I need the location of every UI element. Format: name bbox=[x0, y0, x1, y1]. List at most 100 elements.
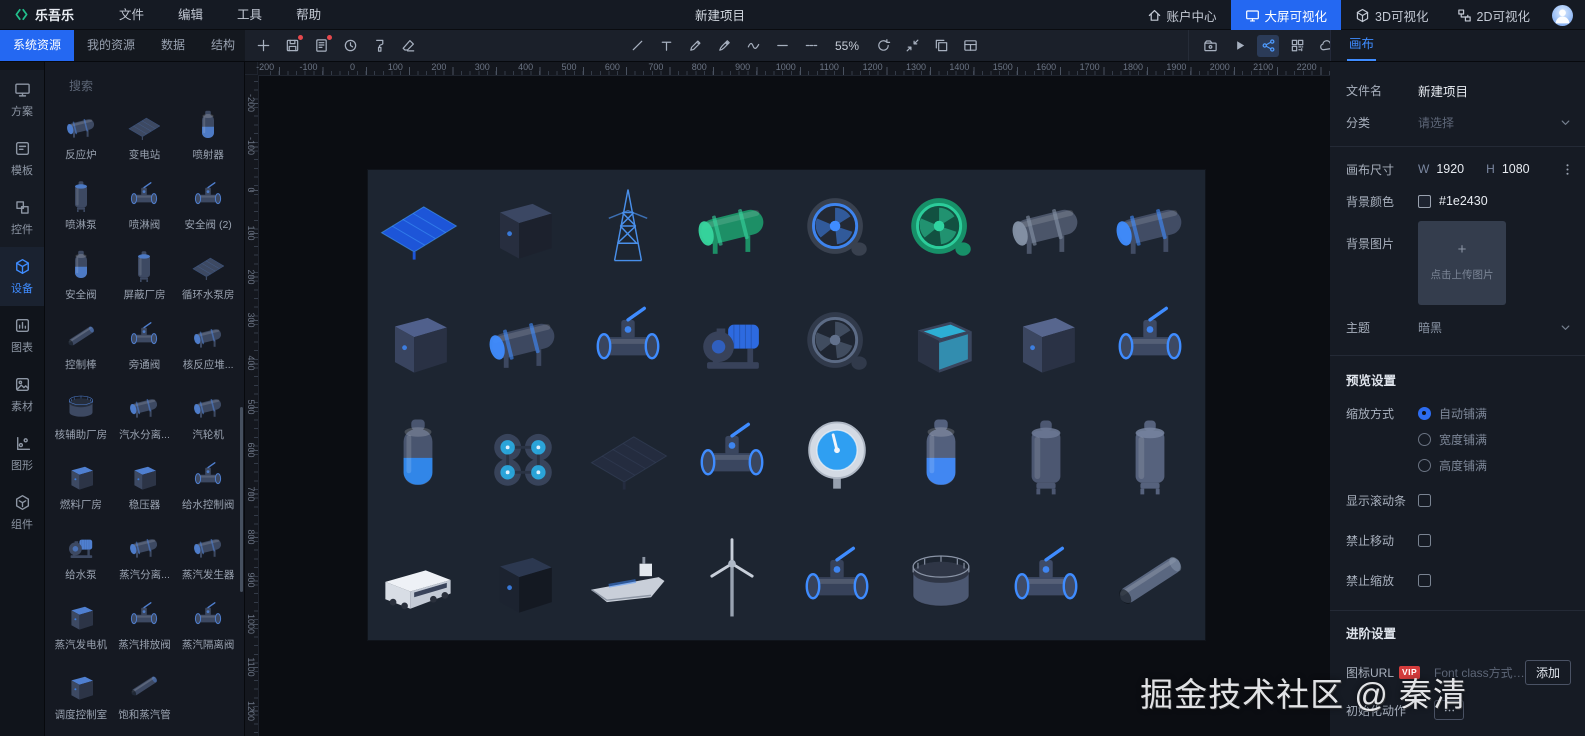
canvas-device-pump-assembly[interactable] bbox=[789, 532, 885, 628]
tab-数据[interactable]: 数据 bbox=[148, 30, 198, 61]
canvas-device-heat-exchanger-2[interactable] bbox=[1102, 178, 1198, 274]
canvas-device-tanker-ship[interactable] bbox=[580, 532, 676, 628]
nav-home[interactable]: 账户中心 bbox=[1133, 0, 1231, 30]
canvas-device-liquid-tank[interactable] bbox=[370, 408, 466, 504]
library-item-蒸汽发生器[interactable]: 蒸汽发生器 bbox=[176, 520, 240, 590]
library-item-蒸汽分离...[interactable]: 蒸汽分离... bbox=[113, 520, 177, 590]
library-item-给水泵[interactable]: 给水泵 bbox=[49, 520, 113, 590]
library-item-饱和蒸汽管[interactable]: 饱和蒸汽管 bbox=[113, 660, 177, 730]
refresh-button[interactable] bbox=[872, 35, 894, 57]
sidebar-item-素材[interactable]: 素材 bbox=[0, 365, 44, 424]
radio-icon[interactable] bbox=[1418, 433, 1431, 446]
bg-color-value[interactable]: #1e2430 bbox=[1439, 194, 1488, 208]
color-swatch[interactable] bbox=[1418, 195, 1431, 208]
library-item-反应炉[interactable]: 反应炉 bbox=[49, 100, 113, 170]
library-item-燃料厂房[interactable]: 燃料厂房 bbox=[49, 450, 113, 520]
icon-url-input[interactable]: Font class方式URL bbox=[1434, 664, 1525, 681]
eraser-button[interactable] bbox=[397, 35, 419, 57]
plus-button[interactable] bbox=[252, 35, 274, 57]
canvas-device-panel-unit[interactable] bbox=[580, 408, 676, 504]
dots-vertical-icon[interactable] bbox=[1560, 162, 1575, 177]
lock-button[interactable] bbox=[1199, 35, 1221, 57]
avatar[interactable] bbox=[1552, 5, 1573, 26]
nav-cube[interactable]: 3D可视化 bbox=[1341, 0, 1442, 30]
artboard[interactable] bbox=[368, 170, 1205, 640]
add-button[interactable]: 添加 bbox=[1525, 660, 1571, 685]
file-name-value[interactable]: 新建项目 bbox=[1418, 81, 1468, 100]
canvas-device-pressure-gauge[interactable] bbox=[789, 408, 885, 504]
radio-icon[interactable] bbox=[1418, 407, 1431, 420]
library-item-安全阀[interactable]: 安全阀 bbox=[49, 240, 113, 310]
library-item-旁通阀[interactable]: 旁通阀 bbox=[113, 310, 177, 380]
curve-button[interactable] bbox=[742, 35, 764, 57]
library-item-喷淋阀[interactable]: 喷淋阀 bbox=[113, 170, 177, 240]
library-item-汽水分离...[interactable]: 汽水分离... bbox=[113, 380, 177, 450]
sidebar-item-模板[interactable]: 模板 bbox=[0, 129, 44, 188]
tab-结构[interactable]: 结构 bbox=[198, 30, 248, 61]
share-button[interactable] bbox=[1257, 35, 1279, 57]
menu-item-3[interactable]: 帮助 bbox=[279, 0, 338, 30]
library-item-蒸汽隔离阀[interactable]: 蒸汽隔离阀 bbox=[176, 590, 240, 660]
tab-我的资源[interactable]: 我的资源 bbox=[74, 30, 148, 61]
library-item-安全阀 (2)[interactable]: 安全阀 (2) bbox=[176, 170, 240, 240]
nav-screen[interactable]: 大屏可视化 bbox=[1231, 0, 1342, 30]
sidebar-item-设备[interactable]: 设备 bbox=[0, 247, 44, 306]
canvas-device-server-cabinet[interactable] bbox=[370, 292, 466, 388]
canvas-device-pressure-tank[interactable] bbox=[1102, 408, 1198, 504]
sidebar-item-图表[interactable]: 图表 bbox=[0, 306, 44, 365]
canvas-device-heat-exchanger[interactable] bbox=[998, 178, 1094, 274]
canvas-device-lattice-tower[interactable] bbox=[580, 178, 676, 274]
frame-button[interactable] bbox=[930, 35, 952, 57]
sidebar-item-组件[interactable]: 组件 bbox=[0, 483, 44, 542]
canvas-device-ball-valve[interactable] bbox=[580, 292, 676, 388]
canvas-device-led-tower[interactable] bbox=[475, 532, 571, 628]
canvas-device-water-tank[interactable] bbox=[893, 292, 989, 388]
search-input[interactable] bbox=[67, 78, 226, 94]
sidebar-item-图形[interactable]: 图形 bbox=[0, 424, 44, 483]
pencil-button[interactable] bbox=[684, 35, 706, 57]
library-item-给水控制阀[interactable]: 给水控制阀 bbox=[176, 450, 240, 520]
radio-高度铺满[interactable]: 高度铺满 bbox=[1418, 457, 1487, 474]
canvas-device-flanged-elbow[interactable] bbox=[1102, 292, 1198, 388]
format-brush-button[interactable] bbox=[368, 35, 390, 57]
radio-icon[interactable] bbox=[1418, 459, 1431, 472]
theme-select[interactable]: 暗黑 bbox=[1418, 319, 1442, 336]
library-item-喷淋泵[interactable]: 喷淋泵 bbox=[49, 170, 113, 240]
library-item-屏蔽厂房[interactable]: 屏蔽厂房 bbox=[113, 240, 177, 310]
tab-系统资源[interactable]: 系统资源 bbox=[0, 30, 74, 61]
history-button[interactable] bbox=[339, 35, 361, 57]
library-scrollbar[interactable] bbox=[240, 407, 243, 592]
canvas-device-steel-pipe[interactable] bbox=[1102, 532, 1198, 628]
fit-screen-button[interactable] bbox=[901, 35, 923, 57]
upload-image-box[interactable]: + 点击上传图片 bbox=[1418, 221, 1506, 305]
sidebar-item-方案[interactable]: 方案 bbox=[0, 70, 44, 129]
canvas-device-compressor[interactable] bbox=[684, 178, 780, 274]
menu-item-2[interactable]: 工具 bbox=[220, 0, 279, 30]
nav-flow[interactable]: 2D可视化 bbox=[1443, 0, 1544, 30]
canvas-device-fan-cluster[interactable] bbox=[475, 408, 571, 504]
chevron-down-icon[interactable] bbox=[1558, 320, 1573, 335]
play-button[interactable] bbox=[1228, 35, 1250, 57]
library-item-控制棒[interactable]: 控制棒 bbox=[49, 310, 113, 380]
canvas-device-vertical-vessel[interactable] bbox=[998, 408, 1094, 504]
canvas-device-centrifugal-pump[interactable] bbox=[893, 178, 989, 274]
library-item-循环水泵房[interactable]: 循环水泵房 bbox=[176, 240, 240, 310]
library-item-蒸汽排放阀[interactable]: 蒸汽排放阀 bbox=[113, 590, 177, 660]
text-button[interactable] bbox=[655, 35, 677, 57]
radio-宽度铺满[interactable]: 宽度铺满 bbox=[1418, 431, 1487, 448]
width-value[interactable]: 1920 bbox=[1436, 162, 1464, 176]
menu-item-1[interactable]: 编辑 bbox=[161, 0, 220, 30]
menu-item-0[interactable]: 文件 bbox=[102, 0, 161, 30]
checkbox[interactable] bbox=[1418, 574, 1431, 587]
canvas-device-circular-tank[interactable] bbox=[893, 532, 989, 628]
checkbox[interactable] bbox=[1418, 534, 1431, 547]
checkbox[interactable] bbox=[1418, 494, 1431, 507]
zoom-level[interactable]: 55% bbox=[835, 39, 859, 53]
canvas-device-control-console[interactable] bbox=[998, 292, 1094, 388]
tab-canvas[interactable]: 画布 bbox=[1347, 30, 1376, 61]
library-item-核反应堆...[interactable]: 核反应堆... bbox=[176, 310, 240, 380]
library-item-汽轮机[interactable]: 汽轮机 bbox=[176, 380, 240, 450]
height-value[interactable]: 1080 bbox=[1502, 162, 1530, 176]
canvas-device-power-cabinet[interactable] bbox=[475, 178, 571, 274]
library-item-变电站[interactable]: 变电站 bbox=[113, 100, 177, 170]
